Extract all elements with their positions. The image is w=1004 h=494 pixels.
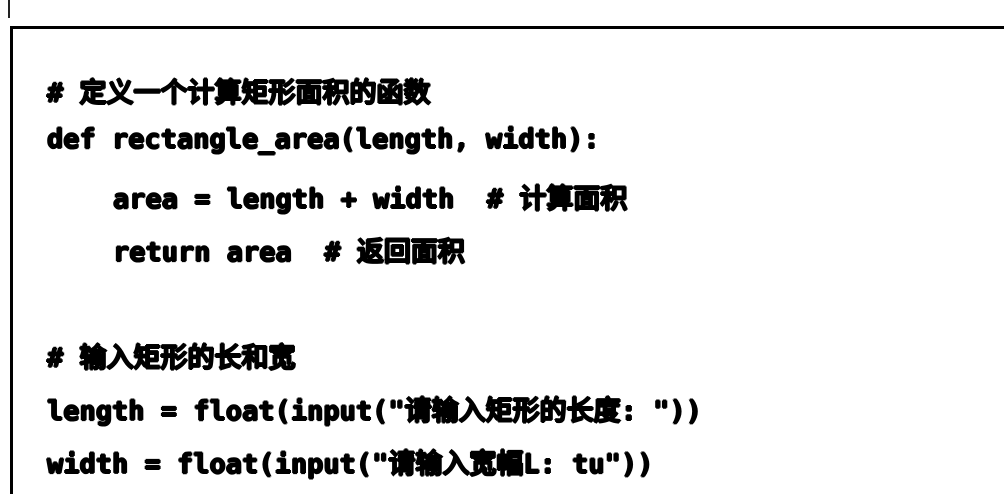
code-line-length-input: length = float(input("请输入矩形的长度: ")) (47, 396, 702, 427)
previous-block-border (8, 0, 10, 18)
code-line-return: return area # 返回面积 (113, 237, 465, 268)
code-line-width-input: width = float(input("请输入宽幅L: tu")) (47, 449, 654, 480)
previous-code-block-fragment: " (0, 0, 1004, 26)
code-line-comment-define: # 定义一个计算矩形面积的函数 (47, 78, 431, 109)
code-line-def: def rectangle_area(length, width): (47, 124, 600, 155)
code-line-area: area = length + width # 计算面积 (113, 184, 628, 215)
code-block[interactable]: # 定义一个计算矩形面积的函数 def rectangle_area(lengt… (10, 26, 1004, 494)
code-line-comment-input: # 输入矩形的长和宽 (47, 343, 296, 374)
previous-block-text: " (44, 0, 62, 20)
